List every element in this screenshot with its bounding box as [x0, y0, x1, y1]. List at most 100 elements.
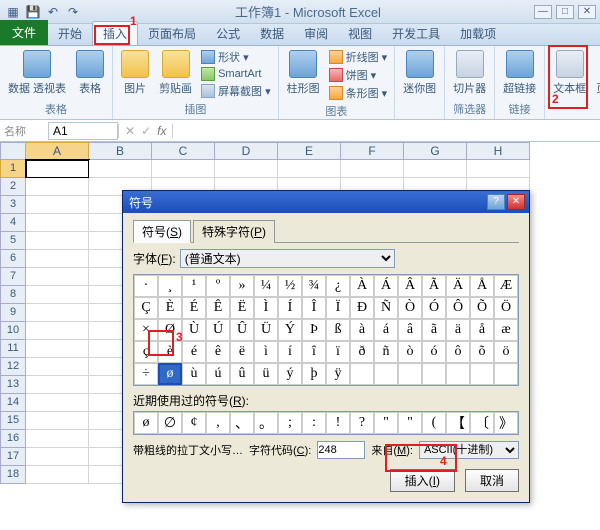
symbol-cell[interactable]: õ	[470, 341, 494, 363]
char-code-input[interactable]	[317, 441, 365, 459]
symbol-cell[interactable]: º	[206, 275, 230, 297]
recent-symbol[interactable]: 》	[494, 412, 518, 434]
tab-addins[interactable]: 加载项	[450, 22, 506, 45]
symbol-cell[interactable]: ·	[134, 275, 158, 297]
symbol-cell[interactable]	[350, 363, 374, 385]
redo-icon[interactable]: ↷	[64, 3, 82, 21]
tab-file[interactable]: 文件	[0, 20, 48, 45]
cell[interactable]	[26, 466, 89, 484]
symbol-cell[interactable]	[422, 363, 446, 385]
symbol-cell[interactable]: Ì	[254, 297, 278, 319]
row-header[interactable]: 3	[0, 196, 26, 214]
symbol-cell[interactable]: ú	[206, 363, 230, 385]
symbol-cell[interactable]: î	[302, 341, 326, 363]
row-header[interactable]: 4	[0, 214, 26, 232]
symbol-cell[interactable]: Î	[302, 297, 326, 319]
name-box[interactable]	[48, 122, 118, 140]
insert-button[interactable]: 插入(I)	[390, 469, 455, 492]
symbol-cell[interactable]: ø	[158, 363, 182, 385]
cell[interactable]	[404, 160, 467, 178]
row-header[interactable]: 12	[0, 358, 26, 376]
symbol-cell[interactable]: ÷	[134, 363, 158, 385]
shapes-button[interactable]: 形状 ▾	[198, 48, 274, 66]
symbol-cell[interactable]: Ö	[494, 297, 518, 319]
symbol-cell[interactable]: ¾	[302, 275, 326, 297]
tab-data[interactable]: 数据	[250, 22, 294, 45]
cell[interactable]	[26, 430, 89, 448]
symbol-cell[interactable]: á	[374, 319, 398, 341]
col-header-B[interactable]: B	[89, 142, 152, 160]
table-button[interactable]: 表格	[72, 48, 108, 98]
cell[interactable]	[467, 160, 530, 178]
symbol-cell[interactable]: ç	[134, 341, 158, 363]
cell[interactable]	[26, 376, 89, 394]
symbol-cell[interactable]: ò	[398, 341, 422, 363]
symbol-cell[interactable]: ê	[206, 341, 230, 363]
symbol-cell[interactable]: Ä	[446, 275, 470, 297]
fx-icon[interactable]: fx	[157, 124, 166, 138]
symbol-cell[interactable]: Ç	[134, 297, 158, 319]
cell[interactable]	[215, 160, 278, 178]
tab-review[interactable]: 审阅	[294, 22, 338, 45]
row-header[interactable]: 15	[0, 412, 26, 430]
recent-symbol[interactable]: ;	[278, 412, 302, 434]
symbol-cell[interactable]: À	[350, 275, 374, 297]
symbol-cell[interactable]	[398, 363, 422, 385]
symbol-cell[interactable]: ö	[494, 341, 518, 363]
symbol-cell[interactable]: æ	[494, 319, 518, 341]
row-header[interactable]: 13	[0, 376, 26, 394]
symbol-cell[interactable]: ù	[182, 363, 206, 385]
select-all-corner[interactable]	[0, 142, 26, 160]
recent-symbol[interactable]: "	[374, 412, 398, 434]
symbol-cell[interactable]: Á	[374, 275, 398, 297]
recent-symbol[interactable]: ?	[350, 412, 374, 434]
symbol-cell[interactable]: ó	[422, 341, 446, 363]
col-header-C[interactable]: C	[152, 142, 215, 160]
symbol-cell[interactable]: í	[278, 341, 302, 363]
cell[interactable]	[341, 160, 404, 178]
minimize-button[interactable]: —	[534, 5, 552, 19]
slicer-button[interactable]: 切片器	[449, 48, 490, 98]
symbol-cell[interactable]	[494, 363, 518, 385]
symbol-cell[interactable]: å	[470, 319, 494, 341]
row-header[interactable]: 10	[0, 322, 26, 340]
textbox-button[interactable]: 文本框	[549, 48, 590, 98]
symbol-cell[interactable]: ë	[230, 341, 254, 363]
symbol-cell[interactable]: Í	[278, 297, 302, 319]
cell[interactable]	[26, 160, 89, 178]
dialog-help-button[interactable]: ?	[487, 194, 505, 210]
cell[interactable]	[26, 286, 89, 304]
col-header-D[interactable]: D	[215, 142, 278, 160]
recent-symbol[interactable]: 、	[230, 412, 254, 434]
symbol-cell[interactable]: È	[158, 297, 182, 319]
recent-symbol[interactable]: ø	[134, 412, 158, 434]
screenshot-button[interactable]: 屏幕截图 ▾	[198, 82, 274, 100]
tab-pagelayout[interactable]: 页面布局	[138, 22, 206, 45]
symbol-cell[interactable]: ÿ	[326, 363, 350, 385]
symbol-cell[interactable]	[374, 363, 398, 385]
recent-symbol[interactable]: (	[422, 412, 446, 434]
tab-developer[interactable]: 开发工具	[382, 22, 450, 45]
picture-button[interactable]: 图片	[117, 48, 153, 98]
column-chart-button[interactable]: 柱形图	[283, 48, 324, 98]
row-header[interactable]: 16	[0, 430, 26, 448]
tab-formulas[interactable]: 公式	[206, 22, 250, 45]
col-header-F[interactable]: F	[341, 142, 404, 160]
symbol-cell[interactable]: ä	[446, 319, 470, 341]
cancel-icon[interactable]: ✕	[125, 124, 135, 138]
symbol-cell[interactable]: ï	[326, 341, 350, 363]
recent-symbol[interactable]: ∅	[158, 412, 182, 434]
symbol-cell[interactable]: Ù	[182, 319, 206, 341]
symbol-cell[interactable]: ñ	[374, 341, 398, 363]
save-icon[interactable]: 💾	[24, 3, 42, 21]
symbol-cell[interactable]: Æ	[494, 275, 518, 297]
cell[interactable]	[26, 394, 89, 412]
recent-symbol[interactable]: 【	[446, 412, 470, 434]
dialog-titlebar[interactable]: 符号 ? ✕	[123, 191, 529, 213]
symbol-cell[interactable]: ð	[350, 341, 374, 363]
cell[interactable]	[26, 178, 89, 196]
symbol-cell[interactable]: Ó	[422, 297, 446, 319]
from-select[interactable]: ASCII(十进制)	[419, 441, 519, 459]
row-header[interactable]: 1	[0, 160, 26, 178]
symbol-cell[interactable]: ×	[134, 319, 158, 341]
